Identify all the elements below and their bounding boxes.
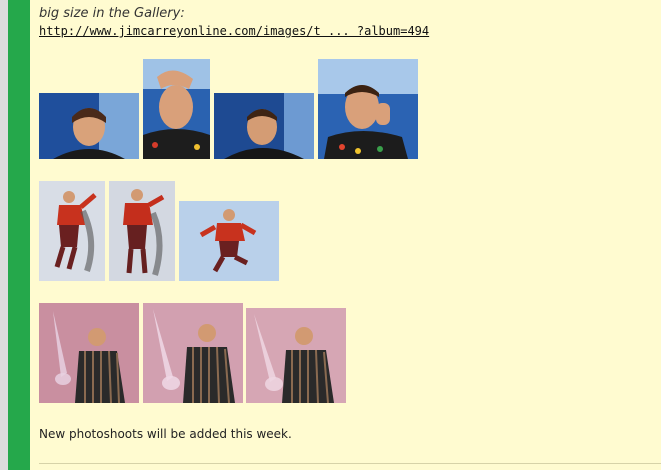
post-caption: big size in the Gallery: (39, 6, 185, 21)
gallery-link[interactable]: http://www.jimcarreyonline.com/images/t … (39, 24, 429, 38)
photo-thumbnail[interactable] (39, 303, 139, 403)
photo-thumbnail[interactable] (179, 201, 279, 281)
page-left-edge (0, 0, 8, 470)
photo-thumbnail[interactable] (39, 93, 139, 159)
photo-thumbnail[interactable] (246, 308, 346, 403)
post-note: New photoshoots will be added this week. (39, 427, 292, 441)
photo-thumbnail[interactable] (143, 303, 243, 403)
post-side-bar (8, 0, 30, 470)
photo-thumbnail[interactable] (143, 59, 210, 159)
photo-thumbnail[interactable] (214, 93, 314, 159)
photo-thumbnail[interactable] (39, 181, 105, 281)
post-divider (39, 463, 661, 464)
photo-thumbnail[interactable] (109, 181, 175, 281)
photo-thumbnail[interactable] (318, 59, 418, 159)
post-content: big size in the Gallery: http://www.jimc… (39, 0, 661, 470)
